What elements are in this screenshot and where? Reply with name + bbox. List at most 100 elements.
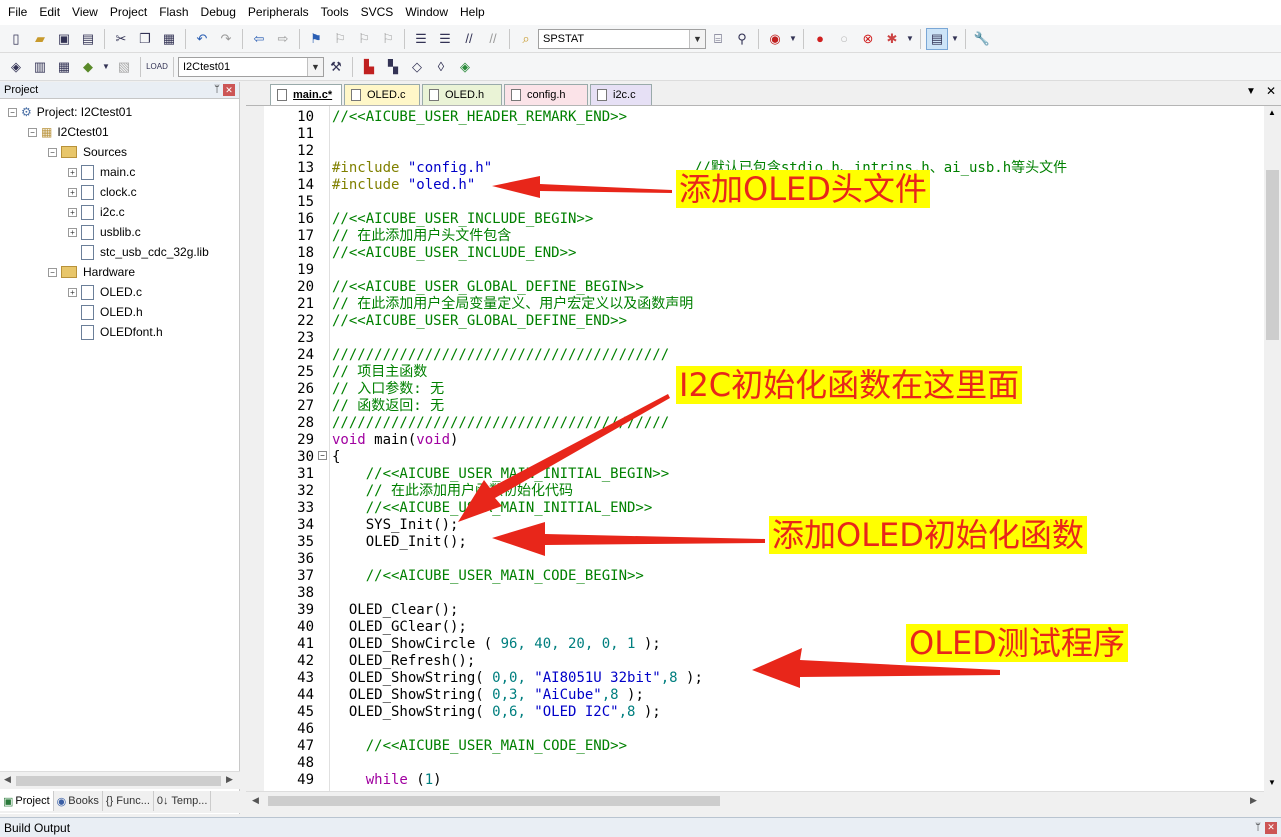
- editor-horizontal-scrollbar[interactable]: ◀ ▶: [246, 791, 1264, 809]
- rte-icon[interactable]: ◇: [406, 56, 428, 78]
- window-layout-icon[interactable]: ▤: [926, 27, 948, 50]
- scroll-right-icon[interactable]: ▶: [226, 774, 233, 785]
- menu-svcs[interactable]: SVCS: [355, 0, 400, 25]
- tab-project[interactable]: ▣ Project: [0, 791, 54, 811]
- close-icon[interactable]: ✕: [1265, 821, 1277, 834]
- scroll-down-icon[interactable]: ▼: [1268, 778, 1276, 787]
- batch-build-icon[interactable]: ◆: [77, 56, 99, 78]
- chevron-down-icon[interactable]: ▼: [307, 57, 323, 76]
- scroll-up-icon[interactable]: ▲: [1268, 108, 1276, 117]
- tree-file-usblib-c[interactable]: + usblib.c: [68, 222, 141, 242]
- collapse-icon[interactable]: −: [48, 267, 57, 277]
- prev-bookmark-icon[interactable]: ⚐: [329, 28, 351, 50]
- tab-functions[interactable]: {} Func...: [103, 791, 154, 811]
- tab-config-h[interactable]: config.h: [504, 84, 588, 105]
- pin-icon[interactable]: ᛘ: [214, 84, 220, 96]
- menu-tools[interactable]: Tools: [315, 0, 355, 25]
- collapse-icon[interactable]: −: [28, 127, 37, 137]
- configure-wrench-icon[interactable]: 🔧: [971, 28, 993, 50]
- expand-icon[interactable]: +: [68, 227, 77, 237]
- build-icon[interactable]: ▥: [29, 56, 51, 78]
- translate-icon[interactable]: ◈: [5, 56, 27, 78]
- code-editor[interactable]: 10 11 12 13 14 15 16 17 18 19 20 21 22 23 24 25 26 27 28 29…: [246, 106, 1264, 791]
- kill-breakpoints-icon[interactable]: ✱: [881, 28, 903, 50]
- pack-installer-icon[interactable]: ◊: [430, 56, 452, 78]
- menu-window[interactable]: Window: [399, 0, 454, 25]
- scroll-thumb[interactable]: [1266, 170, 1279, 340]
- tab-main-c[interactable]: main.c*: [270, 84, 342, 105]
- incremental-find-icon[interactable]: ⌸: [707, 28, 729, 50]
- target-combo[interactable]: I2Ctest01 ▼: [178, 56, 324, 77]
- menu-project[interactable]: Project: [104, 0, 153, 25]
- collapse-icon[interactable]: −: [8, 107, 17, 117]
- expand-icon[interactable]: +: [68, 287, 77, 297]
- scroll-right-icon[interactable]: ▶: [1250, 795, 1257, 806]
- menu-edit[interactable]: Edit: [33, 0, 66, 25]
- next-bookmark-icon[interactable]: ⚐: [353, 28, 375, 50]
- copy-icon[interactable]: ❐: [134, 28, 156, 50]
- menu-view[interactable]: View: [66, 0, 104, 25]
- close-icon[interactable]: ✕: [223, 84, 235, 96]
- tree-project-root[interactable]: − ⚙ Project: I2Ctest01: [8, 102, 132, 122]
- pin-icon[interactable]: ᛘ: [1255, 822, 1261, 833]
- indent-icon[interactable]: ☰: [410, 28, 432, 50]
- fold-collapse-icon[interactable]: −: [318, 451, 327, 460]
- menu-help[interactable]: Help: [454, 0, 491, 25]
- debug-session-icon[interactable]: ◉: [764, 28, 786, 50]
- expand-icon[interactable]: +: [68, 207, 77, 217]
- paste-icon[interactable]: ▦: [158, 28, 180, 50]
- tree-file-main-c[interactable]: + main.c: [68, 162, 135, 182]
- bookmark-icon[interactable]: ⚑: [305, 28, 327, 50]
- find-icon[interactable]: ⚲: [731, 28, 753, 50]
- tree-file-i2c-c[interactable]: + i2c.c: [68, 202, 125, 222]
- save-icon[interactable]: ▣: [53, 28, 75, 50]
- stop-build-icon[interactable]: ▧: [113, 56, 135, 78]
- uncomment-icon[interactable]: //: [482, 28, 504, 50]
- undo-icon[interactable]: ↶: [191, 28, 213, 50]
- tab-oled-c[interactable]: OLED.c: [344, 84, 420, 105]
- cut-icon[interactable]: ✂: [110, 28, 132, 50]
- expand-icon[interactable]: +: [68, 167, 77, 177]
- comment-icon[interactable]: //: [458, 28, 480, 50]
- select-packs-icon[interactable]: ▚: [382, 56, 404, 78]
- chevron-down-icon[interactable]: ▼: [101, 56, 111, 78]
- tree-file-oled-c[interactable]: + OLED.c: [68, 282, 142, 302]
- find-combo[interactable]: SPSTAT ▼: [538, 28, 706, 49]
- tree-file-oled-h[interactable]: OLED.h: [81, 302, 143, 322]
- tab-i2c-c[interactable]: i2c.c: [590, 84, 652, 105]
- chevron-down-icon[interactable]: ▼: [905, 28, 915, 50]
- redo-icon[interactable]: ↷: [215, 28, 237, 50]
- menu-file[interactable]: File: [2, 0, 33, 25]
- collapse-icon[interactable]: −: [48, 147, 57, 157]
- tree-file-oledfont-h[interactable]: OLEDfont.h: [81, 322, 163, 342]
- tab-templates[interactable]: 0↓ Temp...: [154, 791, 212, 811]
- chevron-down-icon[interactable]: ▼: [689, 29, 705, 48]
- tab-books[interactable]: ◉ Books: [54, 791, 103, 811]
- expand-icon[interactable]: +: [68, 187, 77, 197]
- target-options-icon[interactable]: ⚒: [325, 56, 347, 78]
- disable-all-breakpoints-icon[interactable]: ⊗: [857, 28, 879, 50]
- tree-group-hardware[interactable]: − Hardware: [48, 262, 135, 282]
- download-icon[interactable]: LOAD: [146, 56, 168, 78]
- scroll-thumb[interactable]: [268, 796, 720, 806]
- aicube-icon[interactable]: ◈: [454, 56, 476, 78]
- tree-group-sources[interactable]: − Sources: [48, 142, 127, 162]
- editor-vertical-scrollbar[interactable]: ▲ ▼: [1264, 106, 1281, 791]
- new-file-icon[interactable]: ▯: [5, 28, 27, 50]
- chevron-down-icon[interactable]: ▼: [788, 28, 798, 50]
- clear-bookmarks-icon[interactable]: ⚐: [377, 28, 399, 50]
- tree-file-lib[interactable]: stc_usb_cdc_32g.lib: [81, 242, 209, 262]
- open-folder-icon[interactable]: ▰: [29, 28, 51, 50]
- unindent-icon[interactable]: ☰: [434, 28, 456, 50]
- menu-debug[interactable]: Debug: [195, 0, 242, 25]
- disable-breakpoint-icon[interactable]: ○: [833, 28, 855, 50]
- tab-oled-h[interactable]: OLED.h: [422, 84, 502, 105]
- menu-peripherals[interactable]: Peripherals: [242, 0, 315, 25]
- breakpoint-icon[interactable]: ●: [809, 28, 831, 50]
- find-in-files-icon[interactable]: ⌕: [515, 28, 537, 50]
- project-horizontal-scrollbar[interactable]: ◀ ▶: [0, 771, 240, 789]
- tree-target[interactable]: − ▦ I2Ctest01: [28, 122, 109, 142]
- nav-back-icon[interactable]: ⇦: [248, 28, 270, 50]
- save-all-icon[interactable]: ▤: [77, 28, 99, 50]
- rebuild-icon[interactable]: ▦: [53, 56, 75, 78]
